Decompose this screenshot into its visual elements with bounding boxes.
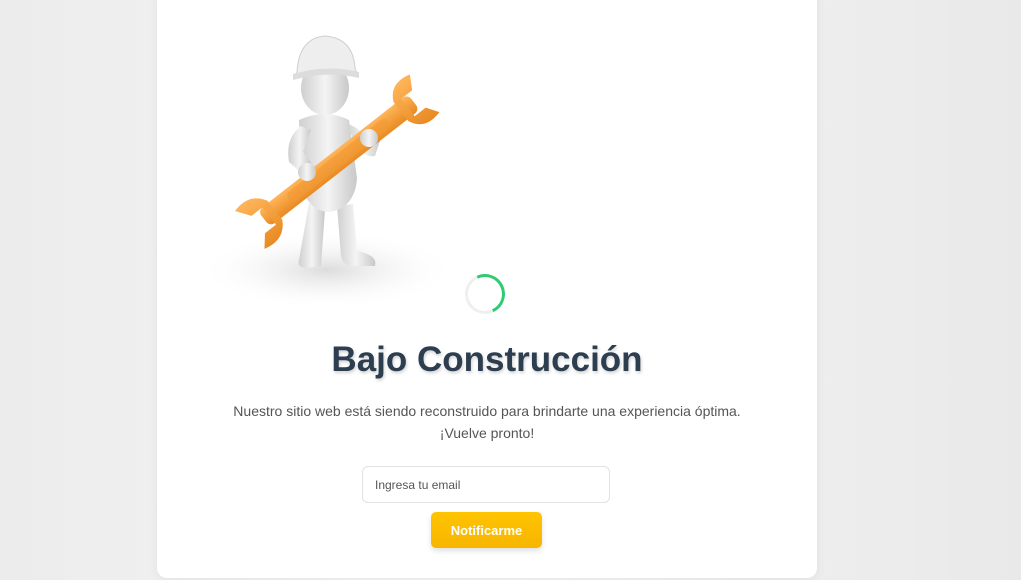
page-description: Nuestro sitio web está siendo reconstrui… [157,400,817,444]
description-line-1: Nuestro sitio web está siendo reconstrui… [233,403,741,419]
email-input[interactable] [362,466,610,503]
worker-with-wrench-icon [197,35,457,310]
page-title: Bajo Construcción [331,340,643,379]
content-card: Bajo Construcción Nuestro sitio web está… [157,0,817,578]
description-line-2: ¡Vuelve pronto! [439,425,535,441]
notify-button[interactable]: Notificarme [431,512,542,548]
